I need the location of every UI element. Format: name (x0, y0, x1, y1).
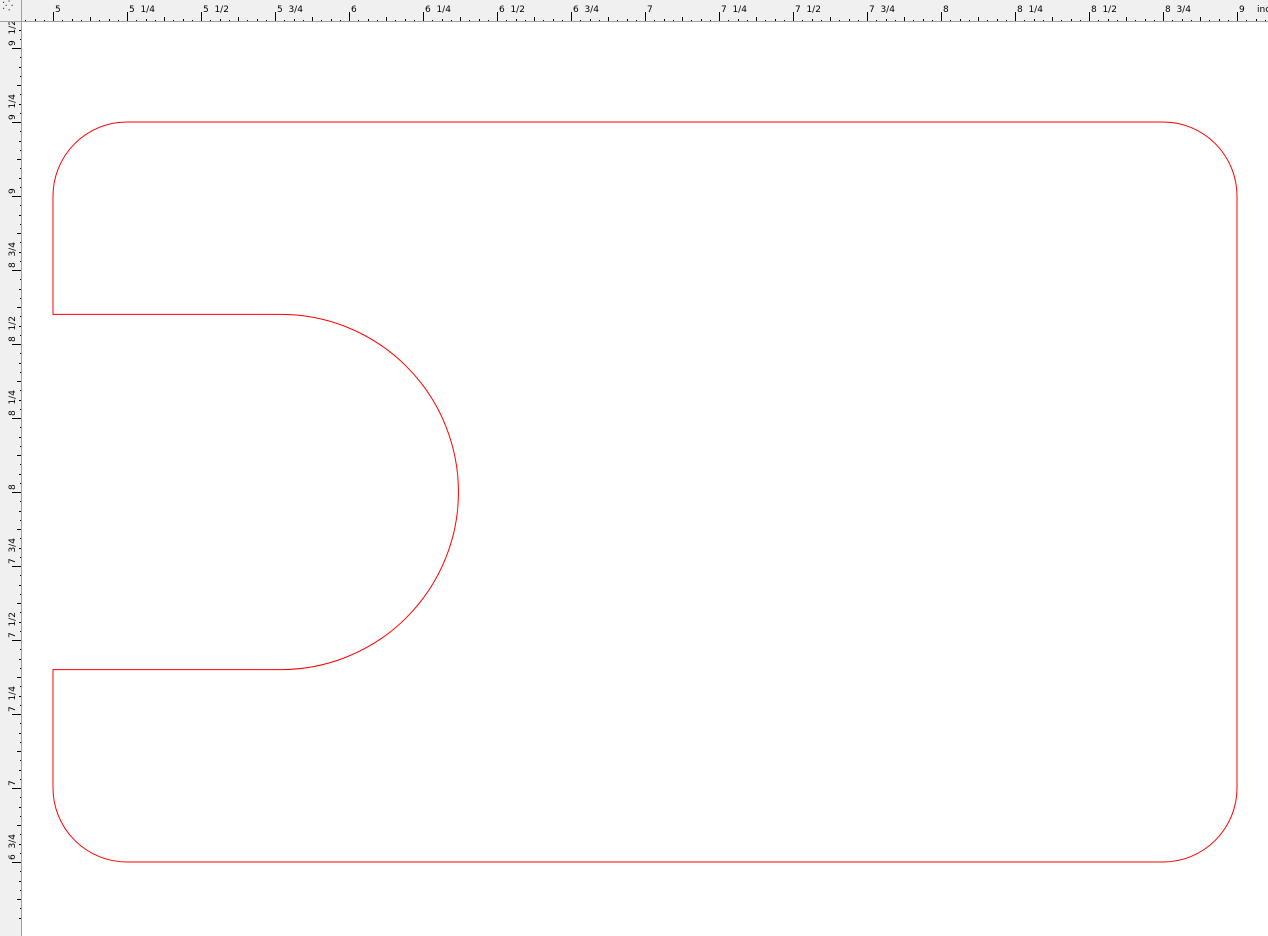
ruler-label: 8 1/2 (8, 316, 18, 342)
ruler-label: 8 (8, 484, 18, 490)
vertical-ruler-scale: 9 1/2 9 1/4 9 8 3/4 8 1/2 8 1/4 8 7 3/4 7 1/2 7 1… (8, 22, 21, 919)
cut-outline-shape[interactable] (52, 121, 1238, 863)
drawing-canvas[interactable] (22, 22, 1268, 936)
ruler-label: 8 3/4 (1165, 5, 1191, 15)
ruler-label: 6 1/2 (499, 5, 525, 15)
ruler-origin-icon: ⁚⁛ (2, 1, 14, 12)
horizontal-ruler-scale: 5 5 1/4 5 1/2 5 3/4 6 6 1/4 6 1/2 6 3/4 7 7 1/4 7 … (25, 5, 1268, 21)
ruler-label: 9 (1239, 5, 1245, 15)
ruler-label: 8 (943, 5, 949, 15)
ruler-label: 9 1/2 (8, 22, 18, 46)
ruler-label: 7 1/2 (8, 612, 18, 638)
ruler-label: 7 3/4 (8, 538, 18, 564)
ruler-label: 7 1/4 (8, 686, 18, 712)
ruler-label: 8 1/4 (8, 390, 18, 416)
ruler-label: 8 1/2 (1091, 5, 1117, 15)
ruler-label: 5 1/2 (203, 5, 229, 15)
ruler-label: 7 (8, 780, 18, 786)
drawing-window: ⁚⁛ 5 5 1/4 5 1/2 5 3/4 6 6 1/4 6 1/2 6 3/4 7 7 1/… (0, 0, 1268, 936)
drawing-surface (52, 121, 1238, 863)
ruler-label: 6 3/4 (8, 834, 18, 860)
ruler-origin-corner[interactable]: ⁚⁛ (0, 0, 22, 22)
vertical-ruler[interactable]: 9 1/2 9 1/4 9 8 3/4 8 1/2 8 1/4 8 7 3/4 7 1/2 7 1… (0, 22, 22, 936)
ruler-label: 6 3/4 (573, 5, 599, 15)
ruler-label: 5 1/4 (129, 5, 155, 15)
ruler-label: 6 1/4 (425, 5, 451, 15)
ruler-label: 9 1/4 (8, 94, 18, 120)
ruler-label: 5 (55, 5, 61, 15)
ruler-label: 9 (8, 188, 18, 194)
ruler-label: 8 3/4 (8, 242, 18, 268)
ruler-label: 7 1/2 (795, 5, 821, 15)
ruler-label: 7 (647, 5, 653, 15)
ruler-label: 7 3/4 (869, 5, 895, 15)
horizontal-ruler[interactable]: 5 5 1/4 5 1/2 5 3/4 6 6 1/4 6 1/2 6 3/4 7 7 1/4 7 … (22, 0, 1268, 22)
ruler-unit-label: inc (1257, 5, 1268, 15)
ruler-label: 6 (351, 5, 357, 15)
ruler-label: 8 1/4 (1017, 5, 1043, 15)
ruler-label: 7 1/4 (721, 5, 747, 15)
ruler-label: 5 3/4 (277, 5, 303, 15)
